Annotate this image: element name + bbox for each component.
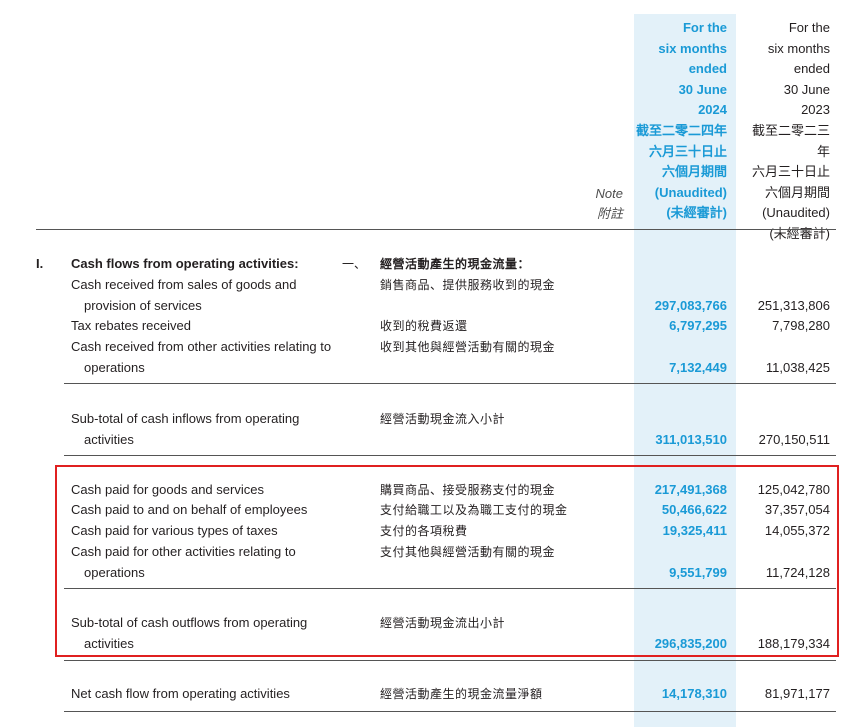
header-line: six months [658,40,727,56]
row-label-en: Sub-total of cash inflows from operating [71,411,300,426]
row-label-zh: 收到的稅費返還 [380,319,468,333]
row-label-en: Tax rebates received [71,318,191,333]
header-line: 六月三十日止 [751,164,830,180]
note-header: Note 附註 [580,184,623,224]
previous-period-header: For the six months ended 30 June 2023 截至… [740,18,830,245]
previous-value: 11,038,425 [765,360,830,375]
header-line: (Unaudited) [654,184,727,200]
row-label-en-cont: activities [84,432,134,447]
header-line: For the [788,20,830,35]
header-line: 30 June [783,81,830,97]
header-line: 30 June [678,81,727,97]
header-line: 2023 [801,102,830,118]
note-label-zh: 附註 [596,206,623,221]
row-label-en: Cash received from other activities rela… [71,339,332,354]
header-line: For the [682,20,727,35]
header-line: (未經審計) [769,225,830,241]
subtotal-out-divider [64,660,836,661]
previous-value: 81,971,177 [764,686,830,701]
header-line: 六個月期間 [764,184,830,200]
note-label-en: Note [595,186,623,201]
header-line: 截至二零二四年 [635,122,727,138]
row-label-en-cont: operations [84,360,145,375]
section-title-zh-prefix: 一、 [342,257,367,271]
row-label-en: Net cash flow from operating activities [71,686,290,701]
inflows-divider [64,383,836,384]
previous-value: 7,798,280 [772,318,830,333]
row-label-en-cont: provision of services [84,298,202,313]
net-divider [64,711,836,712]
row-label-en: Cash received from sales of goods and [71,277,297,292]
row-label-zh: 經營活動產生的現金流量淨額 [380,687,543,701]
header-line: (未經審計) [666,205,727,221]
section-title-en: Cash flows from operating activities: [71,256,299,271]
row-label-zh: 經營活動現金流入小計 [380,412,506,426]
highlight-box [55,465,839,657]
header-line: 2024 [698,102,727,118]
header-line: six months [767,40,830,56]
current-period-header: For the six months ended 30 June 2024 截至… [634,18,727,224]
header-line: ended [793,61,830,77]
previous-value: 270,150,511 [758,432,830,447]
subtotal-in-divider [64,455,836,456]
header-line: 六月三十日止 [648,143,727,159]
header-line: 截至二零二三年 [751,122,830,159]
section-number: I. [36,256,44,271]
row-label-zh: 銷售商品、提供服務收到的現金 [380,278,556,292]
header-divider [36,229,836,230]
section-title-zh: 經營活動產生的現金流量： [380,257,531,271]
previous-value: 251,313,806 [757,298,830,313]
header-line: (Unaudited) [762,205,830,221]
row-label-zh: 收到其他與經營活動有關的現金 [380,340,556,354]
header-line: ended [688,61,727,77]
header-line: 六個月期間 [661,164,727,180]
